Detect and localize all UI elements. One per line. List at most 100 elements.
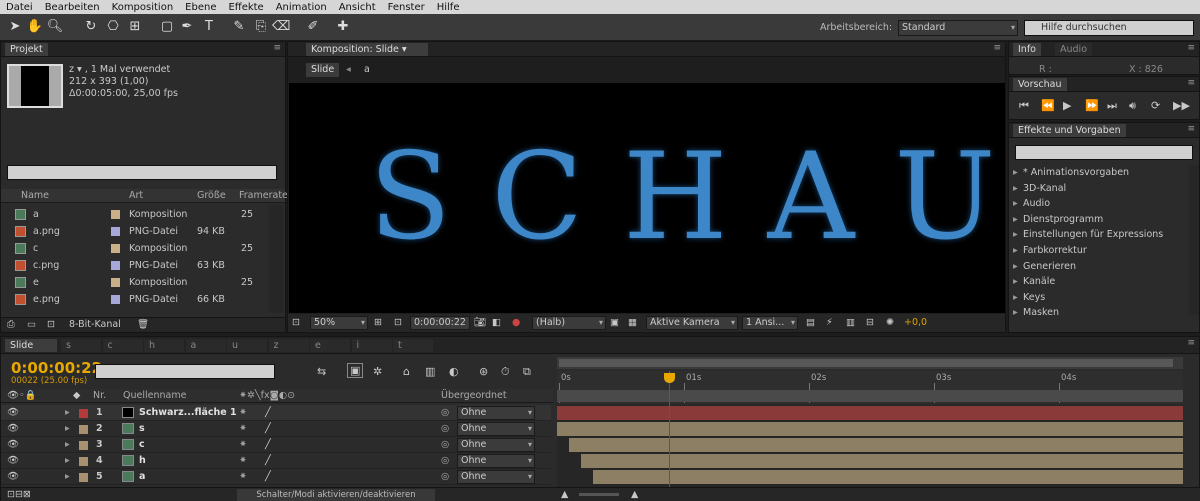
label-color[interactable] xyxy=(111,295,120,304)
tab-projekt[interactable]: Projekt xyxy=(5,43,48,56)
label-color[interactable] xyxy=(111,227,120,236)
twirl-icon[interactable]: ▸ xyxy=(65,421,70,437)
quality-switch-icon[interactable]: ╱ xyxy=(265,437,271,453)
twirl-icon[interactable]: ▸ xyxy=(65,437,70,453)
panel-menu-icon[interactable]: ≡ xyxy=(993,43,1001,53)
col-name[interactable]: Name xyxy=(21,190,49,201)
menu-datei[interactable]: Datei xyxy=(0,2,39,13)
timeline-icon[interactable]: ▥ xyxy=(846,317,855,328)
hand-tool-icon[interactable]: ✋ xyxy=(26,18,44,36)
layer-name[interactable]: Schwarz...fläche 1 xyxy=(139,405,237,421)
layer-label-color[interactable] xyxy=(79,457,88,466)
shy-switch-icon[interactable]: ⁕ xyxy=(239,437,247,453)
scrollbar[interactable] xyxy=(269,205,283,313)
layer-duration-bar[interactable] xyxy=(593,470,1183,484)
parent-dropdown[interactable]: Ohne xyxy=(457,422,535,436)
col-nr[interactable]: Nr. xyxy=(93,390,106,401)
shy-switch-icon[interactable]: ⁕ xyxy=(239,469,247,485)
effects-category[interactable]: ▸ Masken xyxy=(1009,305,1187,320)
menu-hilfe[interactable]: Hilfe xyxy=(431,2,466,13)
menu-ebene[interactable]: Ebene xyxy=(179,2,222,13)
fast-preview-icon[interactable]: ⚡ xyxy=(826,317,833,328)
shy-switch-icon[interactable]: ⁕ xyxy=(239,405,247,421)
layer-name[interactable]: c xyxy=(139,437,145,453)
play-icon[interactable]: ▶ xyxy=(1063,99,1071,112)
label-color[interactable] xyxy=(111,244,120,253)
trash-icon[interactable]: 🗑︎ xyxy=(137,319,149,330)
timeline-timecode[interactable]: 0:00:00:22 xyxy=(11,359,102,377)
layer-row[interactable]: 👁︎ ▸ 2 s ⁕ ╱ ◎ Ohne xyxy=(1,421,551,437)
pan-behind-tool-icon[interactable]: ⊞ xyxy=(126,18,144,36)
quality-switch-icon[interactable]: ╱ xyxy=(265,421,271,437)
composition-viewer[interactable]: SCHAUZ xyxy=(289,83,1005,313)
effects-category[interactable]: ▸ Audio xyxy=(1009,196,1187,211)
effects-category[interactable]: ▸ Keys xyxy=(1009,290,1187,305)
timeline-tab[interactable]: e xyxy=(310,339,350,352)
tab-vorschau[interactable]: Vorschau xyxy=(1013,78,1067,91)
zoom-in-icon[interactable]: ▲ xyxy=(631,489,638,500)
layer-switches-icon[interactable]: ⊡⊟⊠ xyxy=(7,489,31,500)
ram-preview-icon[interactable]: ▶▶ xyxy=(1173,99,1190,112)
layer-label-color[interactable] xyxy=(79,473,88,482)
effects-category[interactable]: ▸ 3D-Kanal xyxy=(1009,181,1187,196)
camera-tool-icon[interactable]: ⎔ xyxy=(104,18,122,36)
project-search-input[interactable] xyxy=(7,165,277,180)
exposure-icon[interactable]: ✺ xyxy=(886,317,894,328)
col-source-name[interactable]: Quellenname xyxy=(123,390,186,401)
parent-pickwhip-icon[interactable]: ◎ xyxy=(441,453,449,469)
timeline-search-input[interactable] xyxy=(95,364,275,379)
label-color[interactable] xyxy=(111,261,120,270)
playhead[interactable] xyxy=(669,371,670,487)
visibility-eye-icon[interactable]: 👁︎ xyxy=(7,453,19,469)
bitdepth-label[interactable]: 8-Bit-Kanal xyxy=(69,319,121,330)
next-frame-icon[interactable]: ⏩ xyxy=(1085,99,1099,112)
tab-composition[interactable]: Komposition: Slide ▾ xyxy=(306,43,428,56)
layer-duration-bar[interactable] xyxy=(557,406,1183,420)
parent-dropdown[interactable]: Ohne xyxy=(457,470,535,484)
new-comp-icon[interactable]: ⊡ xyxy=(47,319,55,330)
region-icon[interactable]: ⊡ xyxy=(292,317,300,328)
layer-row[interactable]: 👁︎ ▸ 1 Schwarz...fläche 1 ⁕ ╱ ◎ Ohne xyxy=(1,405,551,421)
menu-fenster[interactable]: Fenster xyxy=(382,2,431,13)
timeline-tab[interactable]: u xyxy=(227,339,267,352)
col-type[interactable]: Art xyxy=(129,190,143,201)
comp-mini-flowchart-icon[interactable]: ⇆ xyxy=(317,365,326,378)
rectangle-tool-icon[interactable]: ▢ xyxy=(158,18,176,36)
selection-tool-icon[interactable]: ➤ xyxy=(6,18,24,36)
layer-name[interactable]: a xyxy=(139,469,145,485)
toggle-pixel-icon[interactable]: ▤ xyxy=(806,317,815,328)
col-size[interactable]: Größe xyxy=(197,190,226,201)
roto-brush-tool-icon[interactable]: ✐ xyxy=(304,18,322,36)
clone-stamp-tool-icon[interactable]: ⎘ xyxy=(252,18,270,36)
label-icon[interactable]: ◆ xyxy=(73,390,80,401)
quality-switch-icon[interactable]: ╱ xyxy=(265,405,271,421)
toggle-switches-modes-button[interactable]: Schalter/Modi aktivieren/deaktivieren xyxy=(237,489,435,501)
graph-editor-icon[interactable]: ⧉ xyxy=(523,365,531,379)
menu-effekte[interactable]: Effekte xyxy=(222,2,269,13)
parent-dropdown[interactable]: Ohne xyxy=(457,454,535,468)
visibility-eye-icon[interactable]: 👁︎ xyxy=(7,421,19,437)
disclosure-triangle-icon[interactable]: ▸ xyxy=(1013,227,1018,242)
timeline-tab[interactable]: Slide xyxy=(5,339,57,352)
time-ruler[interactable]: 0s 01s 02s 03s 04s xyxy=(557,371,1183,403)
disclosure-triangle-icon[interactable]: ▸ xyxy=(1013,274,1018,289)
twirl-icon[interactable]: ▸ xyxy=(65,453,70,469)
list-item[interactable]: e Komposition 25 xyxy=(1,274,269,291)
panel-menu-icon[interactable]: ≡ xyxy=(1187,43,1195,53)
disclosure-triangle-icon[interactable]: ▸ xyxy=(1013,212,1018,227)
show-snapshot-icon[interactable]: ◧ xyxy=(492,317,501,328)
effects-category[interactable]: ▸ * Animationsvorgaben xyxy=(1009,165,1187,180)
quality-switch-icon[interactable]: ╱ xyxy=(265,453,271,469)
layer-name[interactable]: h xyxy=(139,453,146,469)
label-color[interactable] xyxy=(111,278,120,287)
timeline-tab[interactable]: s xyxy=(61,339,101,352)
col-parent[interactable]: Übergeordnet xyxy=(441,390,507,401)
panel-menu-icon[interactable]: ≡ xyxy=(1187,78,1195,88)
channels-icon[interactable]: ● xyxy=(512,317,520,328)
zoom-dropdown[interactable]: 50% xyxy=(310,316,368,330)
effects-category[interactable]: ▸ Einstellungen für Expressions xyxy=(1009,227,1187,242)
current-time[interactable]: 0:00:00:22 xyxy=(410,316,470,330)
disclosure-triangle-icon[interactable]: ▸ xyxy=(1013,196,1018,211)
list-item[interactable]: c.png PNG-Datei 63 KB xyxy=(1,257,269,274)
zoom-tool-icon[interactable]: 🔍︎ xyxy=(46,18,64,36)
